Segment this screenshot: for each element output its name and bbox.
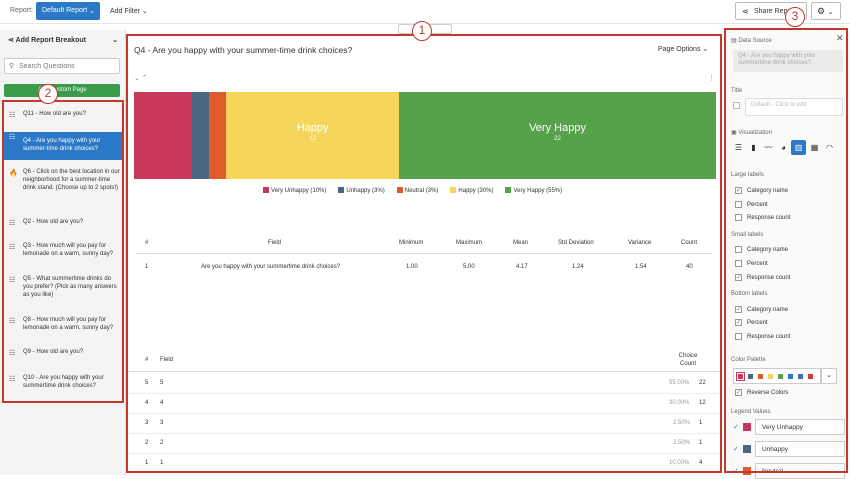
callout-2: 2 <box>38 84 58 104</box>
report-label: Report: <box>10 7 33 14</box>
chevron-down-icon: ⌄ <box>827 9 834 16</box>
chevron-down-icon: ⌄ <box>141 8 148 15</box>
add-filter-label: Add Filter <box>110 8 140 15</box>
annotation-box-panel <box>724 28 848 473</box>
search-icon: ⚲ <box>9 63 15 70</box>
settings-button[interactable]: ⚙ ⌄ <box>811 2 841 20</box>
top-toolbar: Report: Default Report ⌄ Add Filter ⌄ ⋖ … <box>0 0 850 24</box>
annotation-box-main <box>126 34 722 473</box>
add-custom-page-button[interactable]: Add Custom Page <box>4 84 120 97</box>
chevron-down-icon: ⌄ <box>89 8 95 15</box>
annotation-box-sidebar <box>2 100 124 403</box>
callout-3: 3 <box>785 7 805 27</box>
search-placeholder: Search Questions <box>19 63 75 70</box>
chevron-down-icon: ⌄ <box>112 37 118 44</box>
gear-icon: ⚙ <box>817 6 826 16</box>
add-filter-button[interactable]: Add Filter ⌄ <box>110 7 148 15</box>
search-questions-input[interactable]: ⚲ Search Questions <box>4 58 120 74</box>
share-icon: ⋖ <box>742 7 749 16</box>
breakout-icon: ⋖ <box>8 37 14 44</box>
callout-1: 1 <box>412 21 432 41</box>
report-breakout-toggle[interactable]: ⋖ Add Report Breakout ⌄ <box>8 36 120 44</box>
breakout-label: Add Report Breakout <box>15 37 86 44</box>
report-select-value: Default Report <box>42 7 88 14</box>
report-select-button[interactable]: Default Report ⌄ <box>36 2 100 20</box>
